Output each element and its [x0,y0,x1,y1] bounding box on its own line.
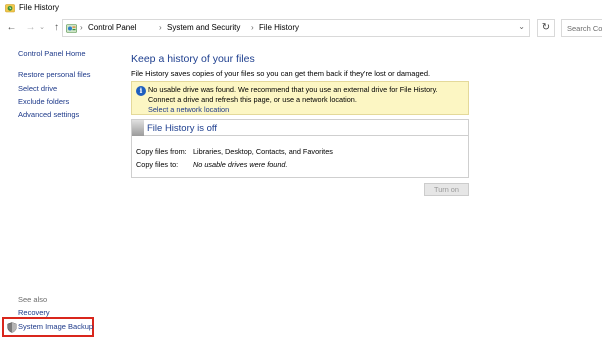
copy-files-from-value: Libraries, Desktop, Contacts, and Favori… [193,147,333,156]
copy-files-from-label: Copy files from: [136,147,187,156]
refresh-button[interactable]: ↻ [537,19,555,37]
status-header: File History is off [132,120,468,136]
copy-files-to-label: Copy files to: [136,160,179,169]
control-panel-home-link[interactable]: Control Panel Home [18,49,86,58]
recent-locations-dropdown-icon[interactable]: ⌄ [38,21,46,34]
search-input[interactable]: Search Con [561,19,602,37]
title-bar: File History [0,0,602,17]
exclude-folders-link[interactable]: Exclude folders [18,97,69,106]
breadcrumb-system-and-security[interactable]: System and Security [167,23,240,32]
breadcrumb-separator: › [251,23,254,32]
file-history-status-panel: File History is off Copy files from: Lib… [131,119,469,178]
status-title: File History is off [147,123,218,134]
navigation-bar: ← → ⌄ ↑ › Control Panel › System and Sec… [0,17,602,39]
recovery-link[interactable]: Recovery [18,308,50,317]
see-also-label: See also [18,295,48,304]
control-panel-icon [66,24,77,33]
forward-button[interactable]: → [24,21,37,34]
advanced-settings-link[interactable]: Advanced settings [18,110,79,119]
system-image-backup-link[interactable]: System Image Backup [2,317,94,337]
turn-on-button[interactable]: Turn on [424,183,469,196]
back-button[interactable]: ← [5,21,18,34]
status-flag-icon [132,120,144,136]
select-drive-link[interactable]: Select drive [18,84,57,93]
page-title: Keep a history of your files [131,53,255,65]
breadcrumb-file-history[interactable]: File History [259,23,299,32]
breadcrumb-separator: › [159,23,162,32]
file-history-icon [5,4,15,13]
window-title: File History [19,3,60,12]
shield-icon [7,322,17,333]
page-description: File History saves copies of your files … [131,69,431,78]
address-bar[interactable]: › Control Panel › System and Security › … [62,19,530,37]
breadcrumb-separator: › [80,23,83,32]
system-image-backup-label: System Image Backup [18,322,94,331]
address-dropdown-icon[interactable]: ⌄ [518,22,525,31]
select-network-location-link[interactable]: Select a network location [148,105,229,114]
restore-personal-files-link[interactable]: Restore personal files [18,70,91,79]
copy-files-to-value: No usable drives were found. [193,160,288,169]
breadcrumb-control-panel[interactable]: Control Panel [88,23,136,32]
warning-text: No usable drive was found. We recommend … [148,85,438,104]
info-icon: i [136,86,146,96]
no-drive-warning: i No usable drive was found. We recommen… [131,81,469,115]
